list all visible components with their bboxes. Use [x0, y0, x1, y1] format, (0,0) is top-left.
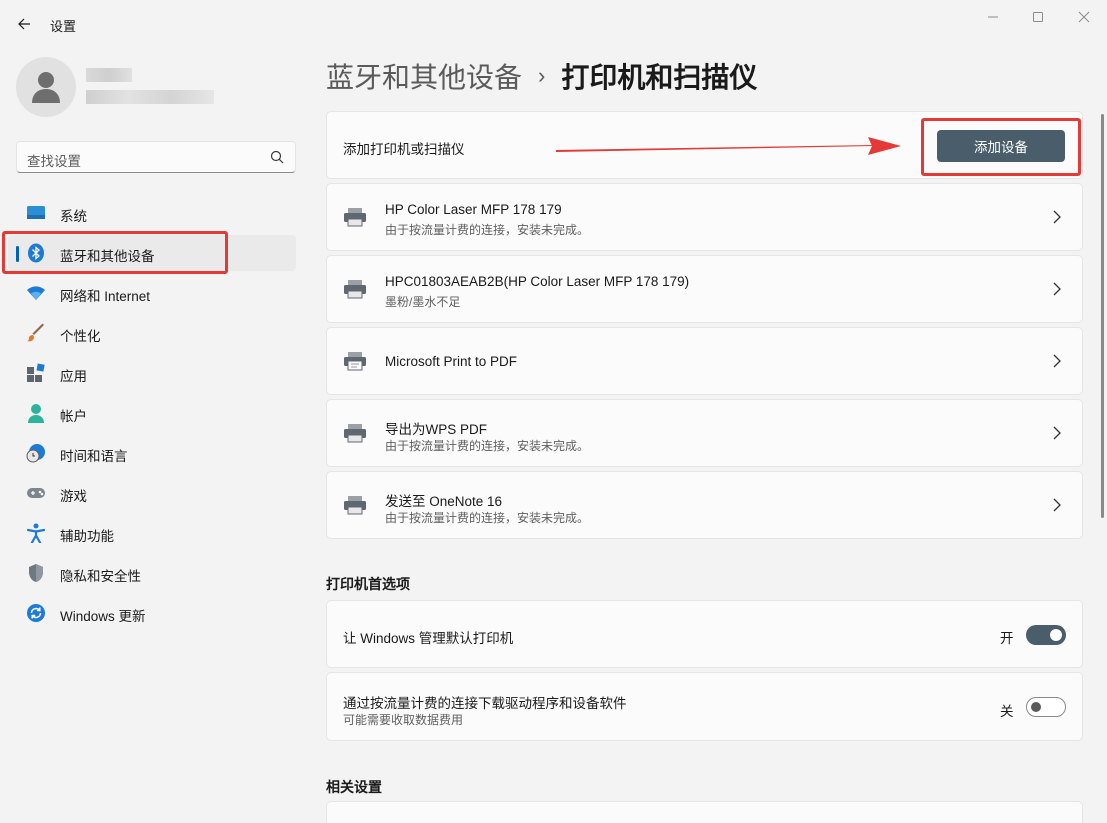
default-printer-toggle[interactable] [1026, 625, 1066, 645]
window-title: 设置 [50, 19, 77, 34]
section-title-printer-preferences: 打印机首选项 [326, 576, 410, 592]
metered-download-toggle[interactable] [1026, 697, 1066, 717]
maximize-icon [1033, 12, 1043, 22]
search-icon[interactable] [270, 150, 284, 164]
gamepad-icon [26, 483, 46, 503]
printer-icon [344, 280, 366, 299]
chevron-right-icon [1053, 426, 1061, 440]
printer-row[interactable]: HPC01803AEAB2B(HP Color Laser MFP 178 17… [326, 255, 1083, 323]
update-icon [26, 603, 46, 623]
profile[interactable] [16, 57, 214, 117]
blurred-username [86, 68, 132, 82]
close-button[interactable] [1061, 4, 1107, 30]
toggle-knob [1031, 702, 1041, 712]
printer-icon [344, 424, 366, 443]
toggle-state-label: 关 [1000, 704, 1014, 719]
setting-label: 通过按流量计费的连接下载驱动程序和设备软件 [343, 696, 627, 711]
printer-name: HPC01803AEAB2B(HP Color Laser MFP 178 17… [385, 274, 690, 289]
annotation-highlight-nav [2, 231, 228, 274]
printer-row[interactable]: 发送至 OneNote 16 由于按流量计费的连接，安装未完成。 [326, 471, 1083, 539]
printer-icon [344, 496, 366, 515]
setting-label: 让 Windows 管理默认打印机 [343, 631, 514, 646]
add-printer-label: 添加打印机或扫描仪 [343, 142, 465, 157]
back-button[interactable] [10, 10, 38, 38]
printer-status: 由于按流量计费的连接，安装未完成。 [385, 223, 590, 237]
sidebar-item-time-language[interactable]: 时间和语言 [8, 435, 296, 471]
brush-icon [26, 323, 46, 343]
printer-name: Microsoft Print to PDF [385, 354, 518, 369]
printer-status: 墨粉/墨水不足 [385, 295, 461, 309]
sidebar-item-system[interactable]: 系统 [8, 195, 296, 231]
sidebar-item-network[interactable]: 网络和 Internet [8, 275, 296, 311]
sidebar-item-privacy[interactable]: 隐私和安全性 [8, 555, 296, 591]
toggle-knob [1050, 629, 1062, 641]
close-icon [1078, 11, 1090, 23]
printer-row[interactable]: 导出为WPS PDF 由于按流量计费的连接，安装未完成。 [326, 399, 1083, 467]
pdf-printer-icon [344, 352, 366, 371]
sidebar-item-personalization[interactable]: 个性化 [8, 315, 296, 351]
breadcrumb-parent[interactable]: 蓝牙和其他设备 [326, 56, 522, 96]
printer-icon [344, 208, 366, 227]
printer-name: HP Color Laser MFP 178 179 [385, 202, 562, 217]
globe-clock-icon [26, 443, 46, 463]
page-title: 打印机和扫描仪 [561, 62, 758, 93]
toggle-state-label: 开 [1000, 631, 1014, 646]
breadcrumb-separator: › [538, 63, 546, 88]
search-input[interactable]: 查找设置 [27, 150, 81, 170]
minimize-button[interactable] [970, 4, 1016, 30]
minimize-icon [988, 16, 998, 18]
printer-name: 发送至 OneNote 16 [385, 494, 503, 509]
sidebar-item-apps[interactable]: 应用 [8, 355, 296, 391]
metered-download-setting: 通过按流量计费的连接下载驱动程序和设备软件 可能需要收取数据费用 关 [326, 672, 1083, 741]
annotation-highlight-button [921, 118, 1081, 176]
sidebar-item-windows-update[interactable]: Windows 更新 [8, 595, 296, 631]
section-title-related-settings: 相关设置 [326, 779, 382, 795]
maximize-button[interactable] [1015, 4, 1061, 30]
setting-description: 可能需要收取数据费用 [343, 713, 464, 727]
chevron-right-icon [1053, 354, 1061, 368]
title-bar: 设置 [0, 0, 1107, 48]
accessibility-icon [26, 523, 46, 543]
back-arrow-icon [18, 18, 30, 30]
printer-status: 由于按流量计费的连接，安装未完成。 [385, 439, 590, 453]
chevron-right-icon [1053, 498, 1061, 512]
shield-icon [26, 563, 46, 583]
system-icon [26, 203, 46, 223]
scrollbar[interactable] [1101, 114, 1104, 518]
annotation-arrow [556, 137, 901, 155]
avatar [16, 57, 76, 117]
printer-row[interactable]: Microsoft Print to PDF [326, 327, 1083, 395]
apps-icon [26, 363, 46, 383]
printer-row[interactable]: HP Color Laser MFP 178 179 由于按流量计费的连接，安装… [326, 183, 1083, 251]
breadcrumb: 蓝牙和其他设备 › 打印机和扫描仪 [326, 56, 757, 96]
account-icon [26, 403, 46, 423]
default-printer-setting: 让 Windows 管理默认打印机 开 [326, 600, 1083, 668]
sidebar-item-accounts[interactable]: 帐户 [8, 395, 296, 431]
printer-name: 导出为WPS PDF [385, 422, 488, 437]
printer-status: 由于按流量计费的连接，安装未完成。 [385, 511, 590, 525]
sidebar-item-accessibility[interactable]: 辅助功能 [8, 515, 296, 551]
related-settings-card[interactable] [326, 801, 1083, 823]
wifi-icon [26, 283, 46, 303]
chevron-right-icon [1053, 282, 1061, 296]
blurred-email [86, 90, 214, 104]
search-box[interactable]: 查找设置 [16, 141, 296, 173]
person-icon [32, 72, 60, 103]
sidebar-item-gaming[interactable]: 游戏 [8, 475, 296, 511]
chevron-right-icon [1053, 210, 1061, 224]
